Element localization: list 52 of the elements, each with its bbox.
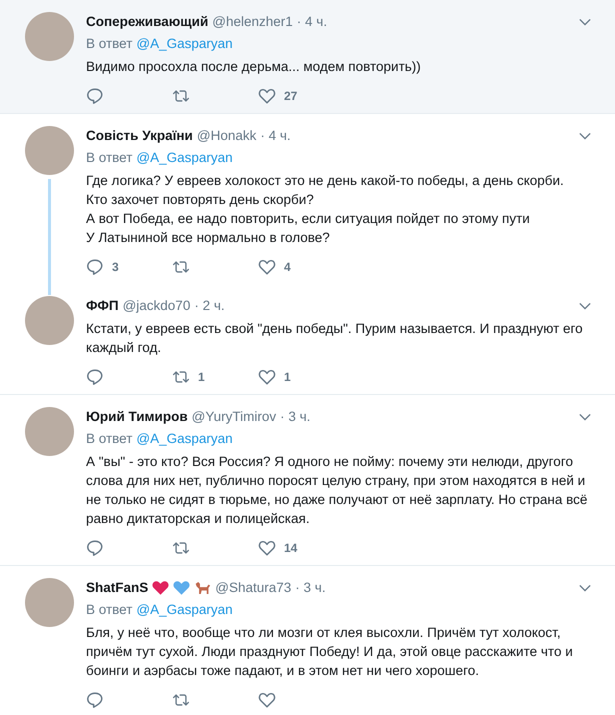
tweet-text: А вот Победа, ее надо повторить, если ситуация пойдет по этому пути: [86, 210, 531, 228]
tweet-text: Кто захочет повторять день скорби?: [86, 191, 315, 209]
user-handle[interactable]: @Honakk: [196, 126, 256, 145]
like-count: 1: [284, 370, 291, 384]
reply-prefix: В ответ: [86, 35, 132, 53]
like-count: 4: [284, 260, 291, 274]
tweet-text: Бля, у неё что, вообще что ли мозги от клея высохли. Причём тут холокост, причём тут сухой. Люди празднуют Победу! И да, этой овце расскажите что и боинги и аэрбасы тоже падают, и в этом нет ни чего хорошего.: [86, 624, 574, 680]
reply-icon[interactable]: [86, 368, 104, 386]
reply-prefix: В ответ: [86, 430, 132, 448]
tweet-text: Где логика? У евреев холокост это не день какой-то победы, а день скорби.: [86, 172, 565, 190]
like-count: 27: [284, 89, 298, 103]
caret-icon[interactable]: [579, 584, 591, 592]
tweet-text: Кстати, у евреев есть свой "день победы". Пурим называется. И празднуют его каждый год.: [86, 320, 584, 357]
tweet-time[interactable]: · 4 ч.: [296, 12, 328, 31]
display-name[interactable]: Юрий Тимиров: [86, 407, 188, 426]
reply-icon[interactable]: [86, 691, 104, 709]
display-name[interactable]: Совість України: [86, 126, 193, 145]
heart-outline-icon[interactable]: [258, 691, 276, 709]
reply-count: 3: [112, 260, 119, 274]
tweet-text: А "вы" - это кто? Вся Россия? Я одного не пойму: почему эти нелюди, другого слова для них нет, публично поросят целую страну, при этом находятся в ней и не только не сидят в тюрьме, но даже получают от неё зарплату. Но страна всё равно диктаторская и полицейская.: [86, 453, 588, 528]
retweet-count: 1: [198, 370, 205, 384]
user-handle[interactable]: @helenzher1: [212, 12, 293, 31]
heart-outline-icon[interactable]: [258, 87, 276, 105]
mention-link[interactable]: @A_Gasparyan: [136, 148, 233, 167]
reply-prefix: В ответ: [86, 601, 132, 619]
caret-icon[interactable]: [579, 412, 591, 420]
tweet-time[interactable]: · 3 ч.: [295, 578, 326, 597]
user-handle[interactable]: @Shatura73: [215, 578, 292, 597]
like-count: 14: [284, 541, 298, 555]
caret-icon[interactable]: [579, 302, 591, 310]
reply-prefix: В ответ: [86, 149, 132, 167]
mention-link[interactable]: @A_Gasparyan: [136, 600, 233, 619]
heart-outline-icon[interactable]: [258, 258, 276, 276]
reply-icon[interactable]: [86, 539, 104, 557]
user-handle[interactable]: @jackdo70: [122, 296, 190, 315]
tweet-text: Видимо просохла после дерьма... модем повторить)): [86, 58, 422, 76]
display-name[interactable]: Сопереживающий: [86, 12, 208, 31]
caret-icon[interactable]: [579, 18, 591, 26]
tweet-time[interactable]: · 4 ч.: [260, 126, 291, 145]
mention-link[interactable]: @A_Gasparyan: [136, 34, 233, 53]
tweet-text: У Латыниной все нормально в голове?: [86, 229, 331, 247]
mention-link[interactable]: @A_Gasparyan: [136, 429, 233, 448]
tweet-time[interactable]: · 2 ч.: [194, 296, 225, 315]
display-name[interactable]: ФФП: [86, 296, 119, 315]
heart-outline-icon[interactable]: [258, 368, 276, 386]
reply-icon[interactable]: [86, 258, 104, 276]
display-name[interactable]: ShatFanS: [86, 578, 148, 597]
reply-icon[interactable]: [86, 87, 104, 105]
caret-icon[interactable]: [579, 132, 591, 140]
tweet-time[interactable]: · 3 ч.: [280, 407, 310, 426]
heart-outline-icon[interactable]: [258, 539, 276, 557]
user-handle[interactable]: @YuryTimirov: [192, 407, 276, 426]
